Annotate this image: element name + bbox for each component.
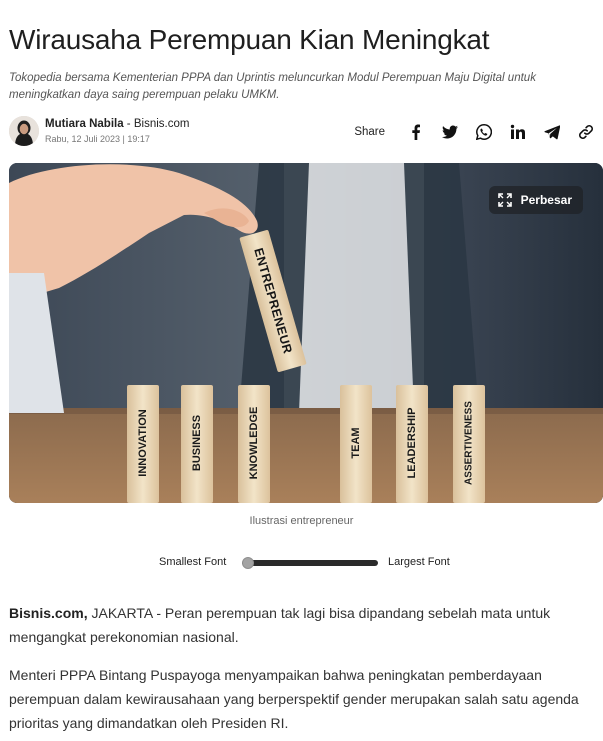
publish-date: Rabu, 12 Juli 2023 | 19:17 (45, 134, 150, 144)
source-label: Bisnis.com, (9, 605, 88, 621)
slider-track (242, 560, 378, 566)
smallest-font-label: Smallest Font (159, 556, 227, 568)
zoom-button[interactable]: Perbesar (488, 186, 583, 214)
article-title: Wirausaha Perempuan Kian Meningkat (9, 24, 490, 55)
slider-thumb[interactable] (242, 557, 254, 569)
article-image[interactable]: ENTREPRENEUR INNOVATION BUSINESS KNOWLED… (9, 163, 603, 503)
image-illustration: ENTREPRENEUR INNOVATION BUSINESS KNOWLED… (9, 163, 603, 503)
body-paragraph: Menteri PPPA Bintang Puspayoga menyampai… (9, 667, 579, 731)
share-bar: Share (354, 121, 597, 143)
block-label: BUSINESS (191, 415, 203, 471)
telegram-icon[interactable] (541, 121, 563, 143)
block-label: TEAM (350, 427, 362, 458)
largest-font-label: Largest Font (388, 556, 450, 568)
domino-block: INNOVATION (127, 385, 159, 503)
block-label: INNOVATION (137, 409, 149, 476)
domino-block: TEAM (340, 385, 372, 503)
twitter-icon[interactable] (439, 121, 461, 143)
domino-block: BUSINESS (181, 385, 213, 503)
author-line: Mutiara Nabila - Bisnis.com (45, 117, 189, 131)
author-avatar[interactable] (9, 116, 39, 146)
facebook-icon[interactable] (405, 121, 427, 143)
author-separator: - (123, 118, 134, 130)
body-paragraph: Bisnis.com, JAKARTA - Peran perempuan ta… (9, 601, 597, 649)
block-label: ASSERTIVENESS (464, 401, 475, 485)
whatsapp-icon[interactable] (473, 121, 495, 143)
block-label: LEADERSHIP (406, 408, 418, 479)
link-icon[interactable] (575, 121, 597, 143)
byline: Mutiara Nabila - Bisnis.com Rabu, 12 Jul… (9, 116, 597, 148)
zoom-label: Perbesar (520, 193, 572, 207)
domino-block: ASSERTIVENESS (453, 385, 485, 503)
block-label: KNOWLEDGE (248, 407, 260, 480)
domino-block: KNOWLEDGE (238, 385, 270, 503)
share-label: Share (354, 126, 385, 138)
linkedin-icon[interactable] (507, 121, 529, 143)
expand-icon (497, 193, 512, 207)
paragraph-text: JAKARTA - Peran perempuan tak lagi bisa … (9, 605, 551, 645)
article-summary: Tokopedia bersama Kementerian PPPA dan U… (9, 72, 536, 101)
domino-block: LEADERSHIP (396, 385, 428, 503)
outlet-name: Bisnis.com (133, 118, 190, 130)
author-name[interactable]: Mutiara Nabila (45, 118, 124, 130)
image-caption: Ilustrasi entrepreneur (249, 515, 354, 527)
font-size-control: Smallest Font Largest Font (0, 554, 603, 572)
font-size-slider[interactable] (242, 557, 378, 569)
